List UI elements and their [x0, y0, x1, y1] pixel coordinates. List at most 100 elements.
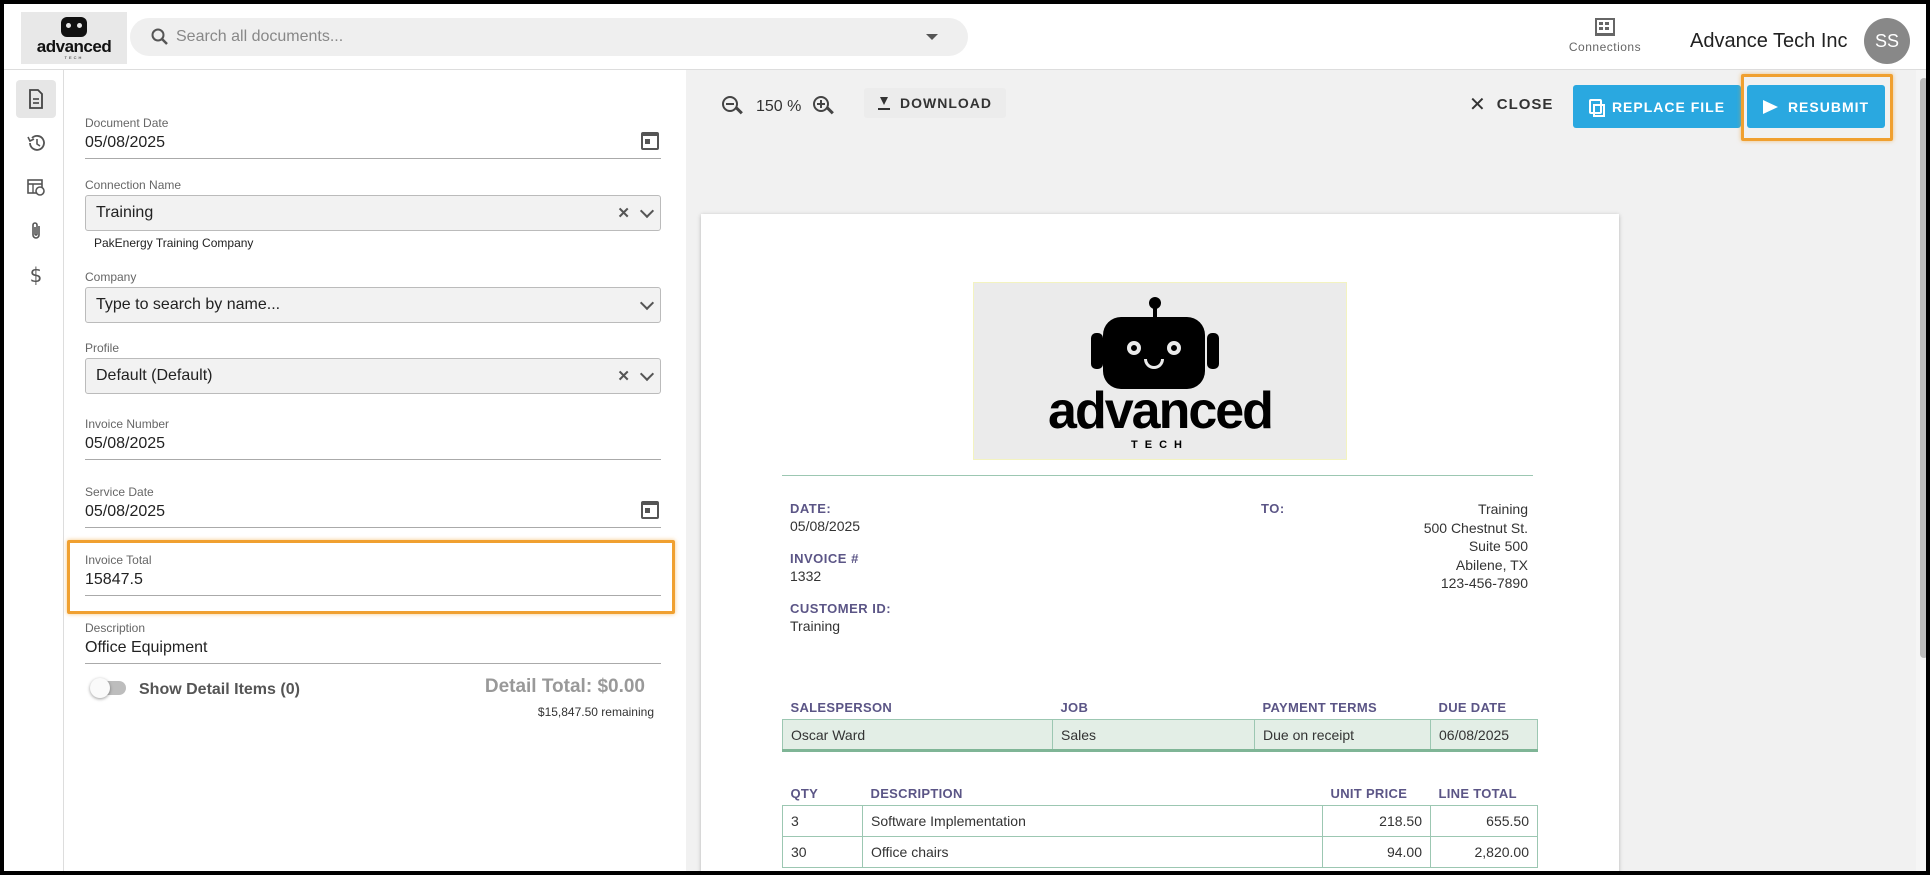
service-date-field[interactable]: Service Date 05/08/2025: [85, 485, 661, 528]
side-rail: $: [4, 70, 64, 871]
connection-name-field[interactable]: Connection Name Training ✕ PakEnergy Tra…: [85, 178, 661, 250]
table-header: PAYMENT TERMS: [1262, 700, 1377, 715]
calendar-icon[interactable]: [641, 501, 659, 519]
paperclip-icon[interactable]: [16, 212, 56, 250]
table-header: DUE DATE: [1438, 700, 1507, 715]
items-table: QTY DESCRIPTION UNIT PRICE LINE TOTAL 3 …: [782, 782, 1538, 868]
company-field[interactable]: Company Type to search by name...: [85, 270, 661, 323]
clear-icon[interactable]: ✕: [617, 204, 630, 222]
close-button[interactable]: ✕ CLOSE: [1469, 95, 1554, 115]
building-icon: [1595, 18, 1615, 36]
document-date-field[interactable]: Document Date 05/08/2025: [85, 116, 661, 159]
table-cell: Due on receipt: [1254, 719, 1431, 752]
to-line: Abilene, TX: [1455, 556, 1528, 573]
robot-head-icon: [1103, 317, 1205, 389]
ear-shape: [1091, 333, 1103, 369]
customer-value: Training: [790, 618, 841, 634]
remaining-amount: $15,847.50 remaining: [537, 705, 654, 719]
calendar-icon[interactable]: [641, 132, 659, 150]
table-row: 3 Software Implementation 218.50 655.50: [782, 805, 1538, 837]
search-dropdown-icon[interactable]: [926, 34, 938, 40]
table-header: LINE TOTAL: [1438, 786, 1517, 801]
replace-file-label: REPLACE FILE: [1611, 98, 1726, 115]
close-label: CLOSE: [1496, 96, 1554, 113]
search-bar[interactable]: [130, 18, 968, 56]
download-button[interactable]: DOWNLOAD: [864, 88, 1006, 118]
resubmit-button[interactable]: RESUBMIT: [1747, 85, 1885, 128]
viewer-scrollbar[interactable]: [1916, 70, 1926, 871]
chevron-down-icon[interactable]: [639, 203, 655, 219]
avatar[interactable]: SS: [1864, 18, 1910, 64]
invoice-logo-sub: TECH: [1131, 439, 1189, 451]
date-value: 05/08/2025: [790, 518, 861, 534]
robot-logo-icon: [61, 16, 87, 37]
show-detail-toggle[interactable]: [90, 678, 126, 698]
app-logo[interactable]: advanced TECH: [21, 12, 127, 64]
connections-label: Connections: [1568, 40, 1642, 54]
download-icon: [878, 96, 890, 110]
table-header: JOB: [1060, 700, 1089, 715]
chevron-down-icon[interactable]: [639, 295, 655, 311]
table-header: UNIT PRICE: [1330, 786, 1408, 801]
table-header: DESCRIPTION: [870, 786, 963, 801]
table-cell: 3: [782, 805, 863, 837]
document-form: Document Date 05/08/2025 Connection Name…: [64, 70, 686, 871]
send-icon: [1762, 99, 1778, 114]
ear-shape: [1207, 333, 1219, 369]
table-cell: 655.50: [1430, 805, 1538, 837]
table-cell: 30: [782, 836, 863, 868]
to-label: TO:: [1261, 501, 1285, 516]
table-header: SALESPERSON: [790, 700, 893, 715]
invoice-number-value[interactable]: 05/08/2025: [85, 431, 661, 460]
invoice-no-value: 1332: [790, 568, 822, 584]
company-value: Type to search by name...: [96, 296, 281, 313]
dollar-icon[interactable]: $: [16, 256, 56, 294]
table-clock-icon[interactable]: [16, 168, 56, 206]
document-icon[interactable]: [16, 80, 56, 118]
to-line: Training: [1477, 501, 1528, 517]
replace-file-button[interactable]: REPLACE FILE: [1573, 85, 1741, 128]
profile-label: Profile: [85, 341, 120, 355]
table-cell: 2,820.00: [1430, 836, 1538, 868]
eye-shape: [1167, 341, 1181, 355]
table-cell: 94.00: [1322, 836, 1431, 868]
customer-label: CUSTOMER ID:: [790, 601, 892, 616]
scrollbar-thumb[interactable]: [1920, 78, 1926, 658]
document-date-value[interactable]: 05/08/2025: [85, 134, 165, 151]
description-value[interactable]: Office Equipment: [85, 635, 661, 664]
invoice-number-field[interactable]: Invoice Number 05/08/2025: [85, 417, 661, 460]
search-input[interactable]: [176, 28, 916, 46]
clear-icon[interactable]: ✕: [617, 367, 630, 385]
connections-button[interactable]: Connections: [1560, 18, 1650, 54]
table-cell: 06/08/2025: [1430, 719, 1538, 752]
table-cell: Office chairs: [862, 836, 1323, 868]
logo-sub: TECH: [64, 54, 84, 60]
date-label: DATE:: [790, 501, 832, 516]
search-icon: [151, 28, 168, 45]
file-replace-icon: [1588, 99, 1605, 117]
download-label: DOWNLOAD: [900, 95, 992, 111]
history-icon[interactable]: [16, 124, 56, 162]
profile-select[interactable]: Default (Default) ✕: [85, 358, 661, 394]
connection-name-label: Connection Name: [85, 178, 182, 192]
chevron-down-icon[interactable]: [639, 366, 655, 382]
service-date-value[interactable]: 05/08/2025: [85, 503, 165, 520]
company-select[interactable]: Type to search by name...: [85, 287, 661, 323]
profile-value: Default (Default): [96, 367, 213, 384]
logo-word: advanced: [36, 36, 112, 56]
zoom-in-icon[interactable]: [813, 96, 835, 118]
connection-name-value: Training: [96, 204, 154, 221]
profile-field[interactable]: Profile Default (Default) ✕: [85, 341, 661, 394]
table-cell: Sales: [1052, 719, 1255, 752]
app-window: advanced TECH Connections Advance Tech I…: [0, 0, 1930, 875]
service-date-value-wrap: 05/08/2025: [85, 499, 661, 528]
zoom-out-icon[interactable]: [722, 96, 744, 118]
connection-name-select[interactable]: Training ✕: [85, 195, 661, 231]
zoom-controls: 150 %: [722, 96, 835, 118]
invoice-total-highlight: [67, 540, 675, 614]
table-row: 30 Office chairs 94.00 2,820.00: [782, 836, 1538, 868]
to-line: 123-456-7890: [1440, 575, 1528, 591]
description-field[interactable]: Description Office Equipment: [85, 621, 661, 664]
smile-shape: [1144, 359, 1164, 369]
show-detail-label: Show Detail Items (0): [139, 681, 300, 698]
